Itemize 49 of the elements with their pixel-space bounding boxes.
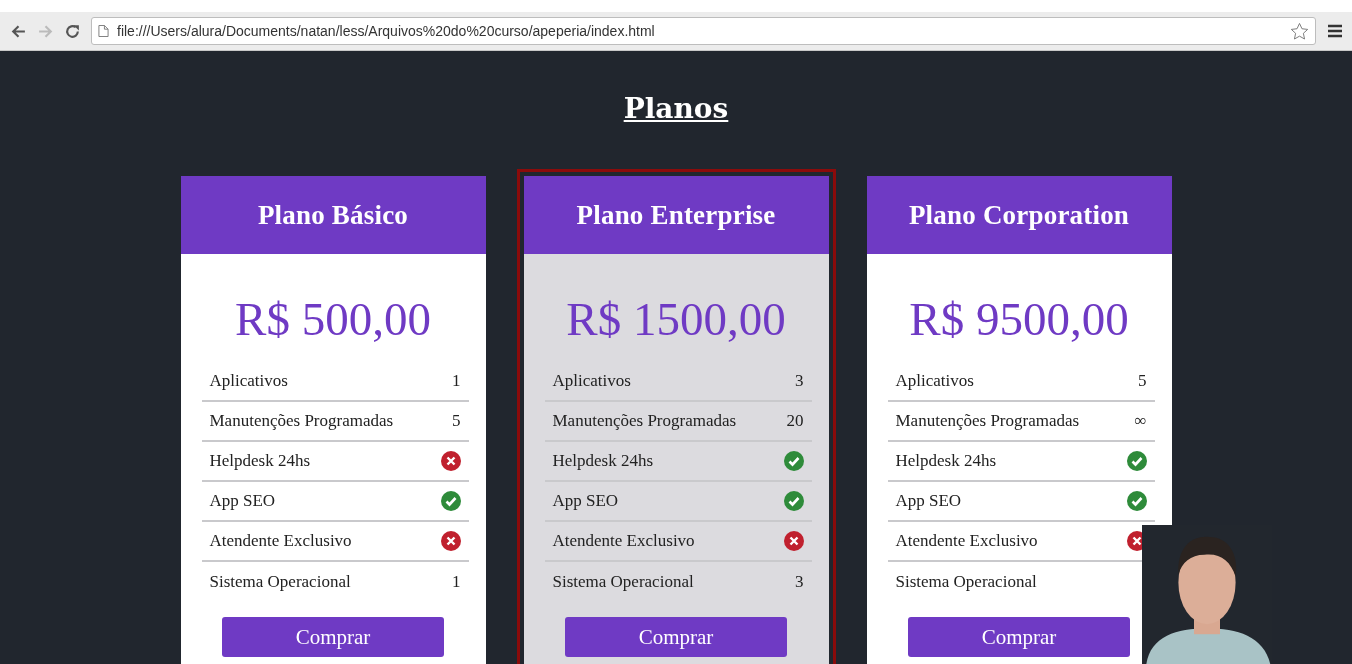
menu-icon[interactable] — [1328, 24, 1342, 38]
feature-label: Atendente Exclusivo — [895, 531, 1038, 551]
buy-button[interactable]: Comprar — [565, 617, 787, 657]
plan-name: Plano Enterprise — [576, 199, 776, 231]
plan-name: Plano Corporation — [908, 199, 1130, 231]
address-bar[interactable]: file:///Users/alura/Documents/natan/less/Arquivos%20do%20curso/apeperia/index.html — [91, 17, 1316, 45]
plan-price: R$ 1500,00 — [565, 294, 787, 344]
check-icon — [440, 491, 461, 511]
feature-value: 1 — [452, 572, 461, 592]
feature-value: 1 — [452, 371, 461, 391]
check-icon — [1126, 491, 1147, 511]
page-icon — [98, 24, 109, 38]
feature-label: Sistema Operacional — [895, 572, 1037, 592]
check-icon — [1126, 451, 1147, 471]
feature-value: ∞ — [1134, 411, 1147, 431]
plan-name: Plano Básico — [257, 199, 409, 231]
feature-label: Manutenções Programadas — [895, 411, 1080, 431]
plan-price: R$ 500,00 — [234, 294, 432, 344]
cross-icon — [440, 451, 461, 471]
feature-label: Sistema Operacional — [209, 572, 351, 592]
feature-label: Helpdesk 24hs — [895, 451, 997, 471]
feature-label: Aplicativos — [895, 371, 974, 391]
cross-icon — [440, 531, 461, 551]
star-icon[interactable] — [1290, 21, 1309, 41]
check-icon — [783, 491, 804, 511]
feature-value: 5 — [1138, 371, 1147, 391]
feature-label: Sistema Operacional — [552, 572, 694, 592]
check-icon — [783, 451, 804, 471]
feature-value: 3 — [795, 572, 804, 592]
buy-button[interactable]: Comprar — [908, 617, 1130, 657]
feature-value: 3 — [795, 371, 804, 391]
feature-label: App SEO — [552, 491, 619, 511]
feature-label: Aplicativos — [552, 371, 631, 391]
feature-label: Atendente Exclusivo — [552, 531, 695, 551]
cross-icon — [783, 531, 804, 551]
reload-icon[interactable] — [64, 22, 81, 40]
feature-label: App SEO — [895, 491, 962, 511]
feature-label: Atendente Exclusivo — [209, 531, 352, 551]
plan-price: R$ 9500,00 — [908, 294, 1130, 344]
feature-label: Helpdesk 24hs — [209, 451, 311, 471]
page-title: Planos — [623, 91, 729, 127]
feature-label: Manutenções Programadas — [209, 411, 394, 431]
feature-value: 20 — [786, 411, 804, 431]
feature-label: Helpdesk 24hs — [552, 451, 654, 471]
feature-label: Manutenções Programadas — [552, 411, 737, 431]
buy-button[interactable]: Comprar — [222, 617, 444, 657]
feature-label: App SEO — [209, 491, 276, 511]
feature-value: 5 — [452, 411, 461, 431]
feature-label: Aplicativos — [209, 371, 288, 391]
